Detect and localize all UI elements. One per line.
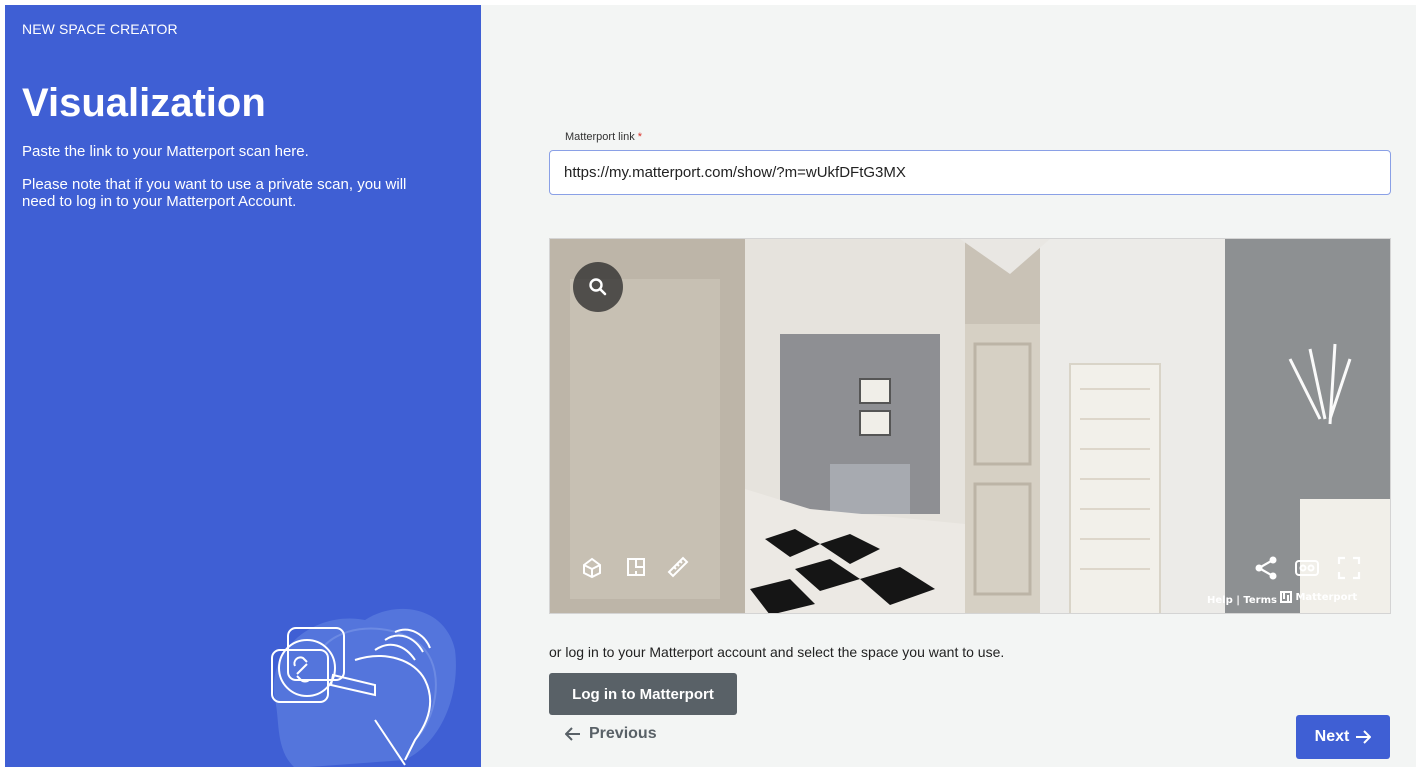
- intro-panel: NEW SPACE CREATOR Visualization Paste th…: [5, 5, 481, 767]
- private-scan-note: Please note that if you want to use a pr…: [22, 176, 407, 210]
- previous-button[interactable]: Previous: [565, 725, 657, 743]
- matterport-link-label: Matterport link *: [565, 131, 642, 143]
- previous-label: Previous: [589, 725, 657, 742]
- arrow-right-icon: [1356, 730, 1372, 744]
- page-title: Visualization: [22, 81, 266, 125]
- measure-icon[interactable]: [666, 555, 690, 579]
- share-icon[interactable]: [1253, 555, 1279, 581]
- login-to-matterport-button[interactable]: Log in to Matterport: [549, 673, 737, 715]
- matterport-viewer[interactable]: Help | Terms Matterport: [549, 238, 1391, 614]
- matterport-link-input[interactable]: [549, 150, 1391, 195]
- credit-separator: |: [1236, 595, 1240, 606]
- search-icon[interactable]: [573, 262, 623, 312]
- viewer-credits: Help | Terms Matterport: [1207, 591, 1357, 606]
- intro-text: Paste the link to your Matterport scan h…: [22, 143, 309, 160]
- vr-icon[interactable]: [1294, 556, 1320, 580]
- matterport-logo-icon: [1280, 591, 1293, 603]
- arrow-left-icon: [565, 727, 580, 741]
- form-panel: Matterport link * https://my.matterport.…: [481, 5, 1416, 767]
- next-label: Next: [1314, 728, 1350, 745]
- required-mark: *: [637, 131, 643, 143]
- terms-link[interactable]: Terms: [1243, 595, 1277, 606]
- eyebrow-label: NEW SPACE CREATOR: [22, 21, 178, 37]
- dollhouse-icon[interactable]: [580, 555, 604, 579]
- login-hint-text: or log in to your Matterport account and…: [549, 644, 1005, 660]
- next-button[interactable]: Next: [1296, 715, 1390, 759]
- matterport-brand[interactable]: Matterport: [1280, 591, 1357, 603]
- matterport-link-label-text: Matterport link: [565, 131, 635, 143]
- fullscreen-icon[interactable]: [1336, 555, 1362, 581]
- matterport-brand-text: Matterport: [1295, 591, 1358, 603]
- help-link[interactable]: Help: [1207, 595, 1233, 606]
- link-hand-illustration: [271, 608, 456, 767]
- floorplan-icon[interactable]: [624, 555, 648, 579]
